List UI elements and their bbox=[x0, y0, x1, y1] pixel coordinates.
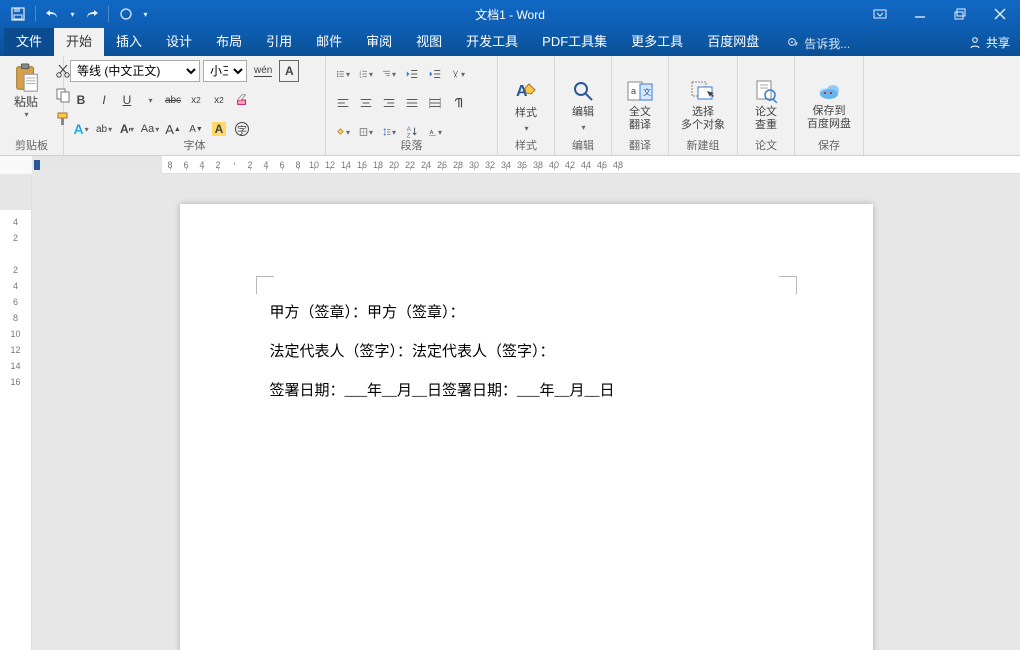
align-left-button[interactable] bbox=[332, 92, 354, 114]
tab-mailings[interactable]: 邮件 bbox=[304, 25, 354, 56]
close-icon[interactable] bbox=[980, 0, 1020, 28]
minimize-icon[interactable] bbox=[900, 0, 940, 28]
tab-view[interactable]: 视图 bbox=[404, 25, 454, 56]
font-size-select[interactable]: 小三 bbox=[203, 60, 247, 82]
group-paragraph-title: 段落 bbox=[326, 137, 497, 153]
bullets-button[interactable]: ▾ bbox=[332, 63, 354, 85]
save-icon[interactable] bbox=[6, 2, 30, 26]
superscript-button[interactable]: x2 bbox=[208, 89, 230, 111]
char-border-button[interactable]: A bbox=[279, 60, 299, 82]
subscript-button[interactable]: x2 bbox=[185, 89, 207, 111]
svg-text:文: 文 bbox=[643, 87, 651, 97]
group-save-title: 保存 bbox=[795, 137, 863, 153]
group-editing-title: 编辑 bbox=[555, 137, 611, 153]
bold-button[interactable]: B bbox=[70, 89, 92, 111]
strikethrough-button[interactable]: abc bbox=[162, 89, 184, 111]
tab-file[interactable]: 文件 bbox=[4, 25, 54, 56]
select-multiple-label-2: 多个对象 bbox=[681, 119, 725, 131]
svg-text:3: 3 bbox=[360, 75, 362, 79]
margin-corner-tr bbox=[779, 276, 797, 294]
paragraph-1[interactable]: 甲方（签章）：甲方（签章）： bbox=[270, 294, 783, 333]
undo-icon[interactable] bbox=[41, 2, 65, 26]
tab-home[interactable]: 开始 bbox=[54, 25, 104, 56]
styles-label: 样式 bbox=[515, 107, 537, 120]
align-right-button[interactable] bbox=[378, 92, 400, 114]
align-center-button[interactable] bbox=[355, 92, 377, 114]
page: 甲方（签章）：甲方（签章）： 法定代表人（签字）：法定代表人（签字）： 签署日期… bbox=[180, 204, 873, 650]
paper-check-label-2: 查重 bbox=[755, 119, 777, 131]
window-title: 文档1 - Word bbox=[475, 6, 545, 23]
undo-dropdown[interactable]: ▾ bbox=[67, 2, 77, 26]
group-styles-title: 样式 bbox=[498, 137, 554, 153]
clear-format-button[interactable] bbox=[231, 89, 253, 111]
tab-baidudisk[interactable]: 百度网盘 bbox=[695, 25, 771, 56]
touch-mode-icon[interactable] bbox=[114, 2, 138, 26]
select-multiple-label-1: 选择 bbox=[692, 106, 714, 118]
tellme-label: 告诉我... bbox=[804, 35, 850, 52]
group-translate-title: 翻译 bbox=[612, 137, 668, 153]
horizontal-ruler[interactable]: 8642246810121416182022242628303234363840… bbox=[32, 156, 1020, 174]
paragraph-2[interactable]: 法定代表人（签字）：法定代表人（签字）： bbox=[270, 333, 783, 372]
margin-corner-tl bbox=[256, 276, 274, 294]
pinyin-guide-button[interactable]: wén bbox=[250, 60, 276, 82]
document-canvas[interactable]: 甲方（签章）：甲方（签章）： 法定代表人（签字）：法定代表人（签字）： 签署日期… bbox=[32, 174, 1020, 650]
vertical-ruler[interactable]: 42246810121416 bbox=[0, 174, 32, 650]
tab-design[interactable]: 设计 bbox=[154, 25, 204, 56]
editing-label: 编辑 bbox=[572, 106, 594, 119]
full-translate-label-1: 全文 bbox=[629, 106, 651, 118]
multilevel-list-button[interactable]: ▾ bbox=[378, 63, 400, 85]
share-button[interactable]: 共享 bbox=[958, 29, 1020, 56]
paste-label: 粘贴 bbox=[14, 93, 38, 110]
group-clipboard-title: 剪贴板 bbox=[0, 137, 63, 153]
ribbon-display-options-icon[interactable] bbox=[860, 0, 900, 28]
tab-developer[interactable]: 开发工具 bbox=[454, 25, 530, 56]
increase-indent-button[interactable] bbox=[424, 63, 446, 85]
align-distributed-button[interactable] bbox=[424, 92, 446, 114]
paper-check-label-1: 论文 bbox=[755, 106, 777, 118]
decrease-indent-button[interactable] bbox=[401, 63, 423, 85]
group-lunwen-title: 论文 bbox=[738, 137, 794, 153]
tab-review[interactable]: 审阅 bbox=[354, 25, 404, 56]
numbering-button[interactable]: 123▾ bbox=[355, 63, 377, 85]
font-name-select[interactable]: 等线 (中文正文) bbox=[70, 60, 200, 82]
tab-selector[interactable] bbox=[34, 160, 40, 170]
svg-text:a: a bbox=[631, 86, 636, 96]
align-justify-button[interactable] bbox=[401, 92, 423, 114]
qat-customize-dropdown[interactable]: ▾ bbox=[140, 2, 150, 26]
tab-references[interactable]: 引用 bbox=[254, 25, 304, 56]
show-marks-button[interactable] bbox=[447, 92, 469, 114]
tab-insert[interactable]: 插入 bbox=[104, 25, 154, 56]
save-baidu-label-1: 保存到 bbox=[813, 105, 846, 117]
redo-icon[interactable] bbox=[79, 2, 103, 26]
tab-layout[interactable]: 布局 bbox=[204, 25, 254, 56]
paste-button[interactable]: 粘贴 ▾ bbox=[6, 60, 46, 122]
full-translate-label-2: 翻译 bbox=[629, 119, 651, 131]
group-font-title: 字体 bbox=[64, 137, 325, 153]
underline-button[interactable]: U bbox=[116, 89, 138, 111]
paragraph-3[interactable]: 签署日期：___年__月__日签署日期：___年__月__日 bbox=[270, 372, 783, 411]
underline-dropdown[interactable]: ▾ bbox=[139, 89, 161, 111]
save-baidu-label-2: 百度网盘 bbox=[807, 118, 851, 130]
tab-moretools[interactable]: 更多工具 bbox=[619, 25, 695, 56]
restore-icon[interactable] bbox=[940, 0, 980, 28]
tab-pdftools[interactable]: PDF工具集 bbox=[530, 25, 619, 56]
text-direction-button[interactable]: ▾ bbox=[447, 63, 469, 85]
group-newgroup-title: 新建组 bbox=[669, 137, 737, 153]
tellme-search[interactable]: 告诉我... bbox=[779, 31, 858, 56]
share-label: 共享 bbox=[986, 34, 1010, 51]
italic-button[interactable]: I bbox=[93, 89, 115, 111]
